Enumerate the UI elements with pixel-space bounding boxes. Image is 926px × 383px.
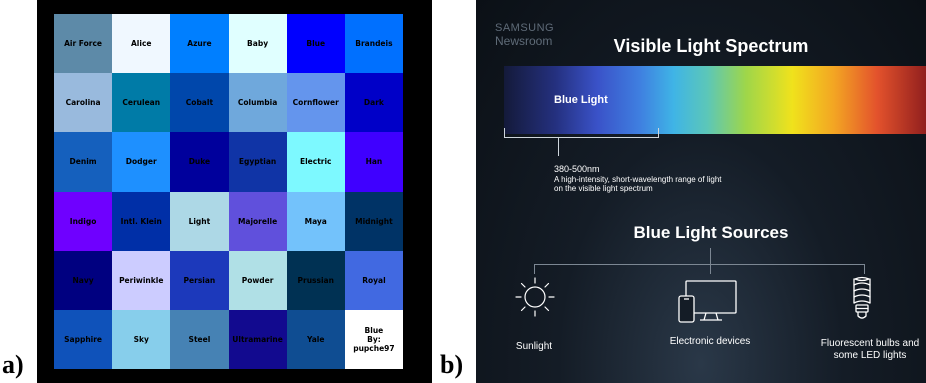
sun-icon [515,277,555,317]
tree-connector-right [864,264,865,274]
color-swatch: Persian [170,250,229,310]
wavelength-range: 380-500nm [554,164,600,174]
source-label-sunlight: Sunlight [515,341,553,352]
blue-swatch-panel: Air Force Alice Azure Baby Blue Brandeis Carol… [37,0,432,383]
color-swatch: Sky [112,309,171,369]
color-swatch: Electric [286,132,345,192]
color-swatch: Maya [286,191,345,251]
tree-connector-horizontal [534,264,864,265]
blue-light-label: Blue Light [554,94,608,106]
color-swatch: Denim [54,132,113,192]
color-swatch: Han [344,132,403,192]
color-swatch: Egyptian [228,132,287,192]
color-swatch: Columbia [228,73,287,133]
color-swatch: Light [170,191,229,251]
bracket-stem [558,138,559,156]
color-swatch: Alice [112,14,171,74]
color-swatch: Dodger [112,132,171,192]
color-swatch: Powder [228,250,287,310]
sources-title: Blue Light Sources [633,223,789,242]
tree-connector-left [534,264,535,274]
color-swatch: Steel [170,309,229,369]
color-swatch: Azure [170,14,229,74]
color-swatch: Prussian [286,250,345,310]
color-swatch: Cornflower [286,73,345,133]
tree-connector-middle [710,264,711,274]
color-swatch: Brandeis [344,14,403,74]
color-swatch: Sapphire [54,309,113,369]
color-swatch: Majorelle [228,191,287,251]
color-swatch: Ultramarine [228,309,287,369]
tree-connector-stem [710,248,711,264]
panel-b-label: b) [440,350,464,379]
panel-a-label: a) [2,350,24,379]
color-swatch: Royal [344,250,403,310]
source-label-fluorescent-bulbs: Fluorescent bulbs and some LED lights [820,338,920,361]
color-swatch: Periwinkle [112,250,171,310]
swatch-grid: Air Force Alice Azure Baby Blue Brandeis Carol… [54,14,403,369]
color-swatch: Blue [286,14,345,74]
color-swatch: Intl. Klein [112,191,171,251]
bulb-icon [853,276,871,319]
visible-light-spectrum-panel: SAMSUNG Newsroom Visible Light Spectrum … [476,0,926,383]
color-swatch: Indigo [54,191,113,251]
color-swatch: Blue By: pupche97 [344,309,403,369]
color-swatch: Midnight [344,191,403,251]
blue-range-bracket [504,128,659,138]
color-swatch: Yale [286,309,345,369]
color-swatch: Air Force [54,14,113,74]
color-swatch: Carolina [54,73,113,133]
color-swatch: Navy [54,250,113,310]
source-label-electronic-devices: Electronic devices [669,336,751,347]
color-swatch: Baby [228,14,287,74]
color-swatch: Duke [170,132,229,192]
color-swatch: Cerulean [112,73,171,133]
color-swatch: Cobalt [170,73,229,133]
wavelength-description: A high-intensity, short-wavelength range… [554,175,722,193]
spectrum-title: Visible Light Spectrum [613,36,809,56]
device-icon [678,280,737,323]
color-swatch: Dark [344,73,403,133]
